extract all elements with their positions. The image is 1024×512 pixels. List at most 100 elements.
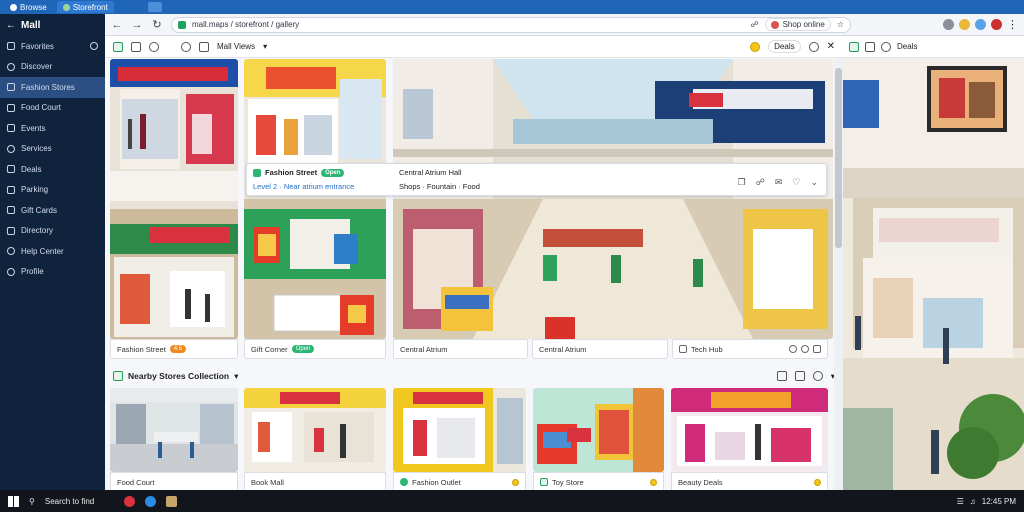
info-icon[interactable]: [881, 41, 891, 52]
browser-icon: [10, 3, 17, 11]
sidebar-item-fashion[interactable]: Fashion Stores: [0, 77, 105, 98]
sync-icon[interactable]: [975, 19, 986, 30]
share-icon[interactable]: [789, 345, 797, 353]
info-icon[interactable]: [181, 41, 191, 52]
sidebar-item-events[interactable]: Events: [0, 118, 105, 139]
info-subtitle[interactable]: Level 2 · Near atrium entrance: [253, 182, 354, 191]
share-icon[interactable]: ☍: [750, 20, 758, 29]
sidebar-item-favorites[interactable]: Favorites: [0, 36, 105, 57]
caption-text: Food Court: [117, 477, 155, 487]
gift-icon: [7, 206, 15, 215]
expand-icon[interactable]: [813, 345, 821, 353]
sidebar: ← Mall Favorites Discover Fashion Stores…: [0, 14, 105, 490]
sidebar-item-profile[interactable]: Profile: [0, 262, 105, 283]
deals-filter[interactable]: Deals: [768, 40, 801, 53]
heart-icon[interactable]: ♡: [792, 177, 800, 188]
store-image-atrium[interactable]: [393, 59, 833, 339]
caption-text: Tech Hub: [691, 344, 723, 354]
tile-caption: Toy Store: [533, 472, 664, 492]
clock: 12:45 PM: [981, 496, 1016, 506]
sort-icon[interactable]: [794, 371, 805, 381]
store-image-books[interactable]: [244, 388, 386, 472]
toolbar-right: Deals ✕: [750, 40, 835, 53]
back-icon[interactable]: ←: [111, 19, 123, 31]
comment-icon[interactable]: ✉: [775, 177, 783, 188]
record-icon[interactable]: [991, 19, 1002, 30]
system-tray: ☰ ♫ 12:45 PM: [957, 497, 1016, 506]
volume-icon[interactable]: ♫: [970, 497, 976, 506]
extensions-icon[interactable]: [943, 19, 954, 30]
store-image-fashion-outlet[interactable]: [393, 388, 526, 472]
info-actions: ❐ ☍ ✉ ♡ ⌄: [738, 177, 818, 188]
toggle-icon[interactable]: [90, 42, 98, 51]
caption-text: Beauty Deals: [678, 477, 723, 487]
search-icon[interactable]: ⚲: [29, 497, 35, 506]
profile-icon[interactable]: [959, 19, 970, 30]
filter-icon[interactable]: [776, 371, 787, 381]
url-input[interactable]: mall.maps / storefront / gallery ☍ Shop …: [171, 16, 851, 33]
refresh-icon[interactable]: [149, 41, 159, 52]
section-dropdown[interactable]: ▾: [234, 371, 238, 382]
tab-label: Storefront: [72, 2, 108, 12]
split-icon[interactable]: [865, 41, 875, 52]
grid-view-icon[interactable]: [113, 41, 123, 52]
photo-icon[interactable]: [166, 495, 178, 507]
info-subtitle-secondary: Shops · Fountain · Food: [399, 182, 480, 191]
chevron-down-icon[interactable]: ⌄: [810, 177, 818, 188]
list-view-icon[interactable]: [131, 41, 141, 52]
network-icon[interactable]: ☰: [957, 497, 964, 506]
scrollbar-thumb[interactable]: [835, 68, 842, 248]
sidebar-item-deals[interactable]: Deals: [0, 159, 105, 180]
back-icon[interactable]: ←: [6, 20, 16, 31]
info-title-row: Fashion Street Open: [253, 168, 345, 177]
copy-icon[interactable]: ❐: [738, 177, 746, 188]
right-panel-toolbar: Deals: [843, 36, 1024, 58]
save-icon[interactable]: [801, 345, 809, 353]
store-image-beauty[interactable]: [671, 388, 828, 472]
folder-icon[interactable]: [199, 41, 209, 52]
sidebar-item-giftcards[interactable]: Gift Cards: [0, 200, 105, 221]
section-header: Nearby Stores Collection ▾ ▾: [113, 368, 835, 384]
taskbar: ⚲ Search to find ☰ ♫ 12:45 PM: [0, 490, 1024, 512]
sidebar-item-label: Parking: [21, 185, 49, 195]
browser-icon[interactable]: [145, 495, 157, 507]
right-panel: Deals: [843, 36, 1024, 490]
sidebar-item-parking[interactable]: Parking: [0, 180, 105, 201]
sidebar-item-services[interactable]: Services: [0, 139, 105, 160]
image-icon: [679, 345, 687, 353]
url-text: mall.maps / storefront / gallery: [192, 20, 300, 29]
sidebar-item-help[interactable]: Help Center: [0, 241, 105, 262]
sidebar-item-food[interactable]: Food Court: [0, 98, 105, 119]
sidebar-item-label: Discover: [21, 62, 53, 72]
close-icon[interactable]: ✕: [827, 41, 835, 52]
mall-interior-image[interactable]: [843, 58, 1024, 490]
store-info-panel: Fashion Street Open Level 2 · Near atriu…: [246, 163, 827, 196]
tag-icon: [7, 165, 15, 174]
settings-icon[interactable]: [812, 371, 823, 381]
link-icon[interactable]: ☍: [756, 177, 765, 188]
sidebar-item-discover[interactable]: Discover: [0, 57, 105, 78]
app-icon[interactable]: [124, 495, 136, 507]
star-icon[interactable]: ☆: [837, 20, 844, 29]
coin-icon[interactable]: [750, 41, 761, 52]
search-icon[interactable]: [808, 41, 819, 52]
chevron-down-icon[interactable]: ▾: [263, 42, 267, 51]
tab-storefront[interactable]: Storefront: [56, 1, 114, 13]
new-tab-button[interactable]: [147, 2, 162, 12]
section-title: Nearby Stores Collection: [128, 371, 230, 381]
store-image-gifts[interactable]: [244, 59, 386, 339]
tab-browse[interactable]: Browse: [4, 1, 53, 13]
store-image-toys[interactable]: [533, 388, 664, 472]
panel-icon[interactable]: [849, 41, 859, 52]
account-pill[interactable]: Shop online: [764, 18, 831, 31]
menu-icon[interactable]: ⋮: [1007, 18, 1018, 31]
start-icon[interactable]: [8, 495, 19, 507]
sidebar-item-directory[interactable]: Directory: [0, 221, 105, 242]
view-dropdown[interactable]: Mall Views: [217, 42, 255, 51]
vertical-scrollbar[interactable]: [834, 58, 843, 490]
forward-icon[interactable]: →: [131, 19, 143, 31]
store-image-fashion[interactable]: [110, 59, 238, 339]
store-image-foodcourt[interactable]: [110, 388, 238, 472]
taskbar-search[interactable]: Search to find: [45, 497, 94, 506]
refresh-icon[interactable]: ↻: [151, 18, 163, 31]
